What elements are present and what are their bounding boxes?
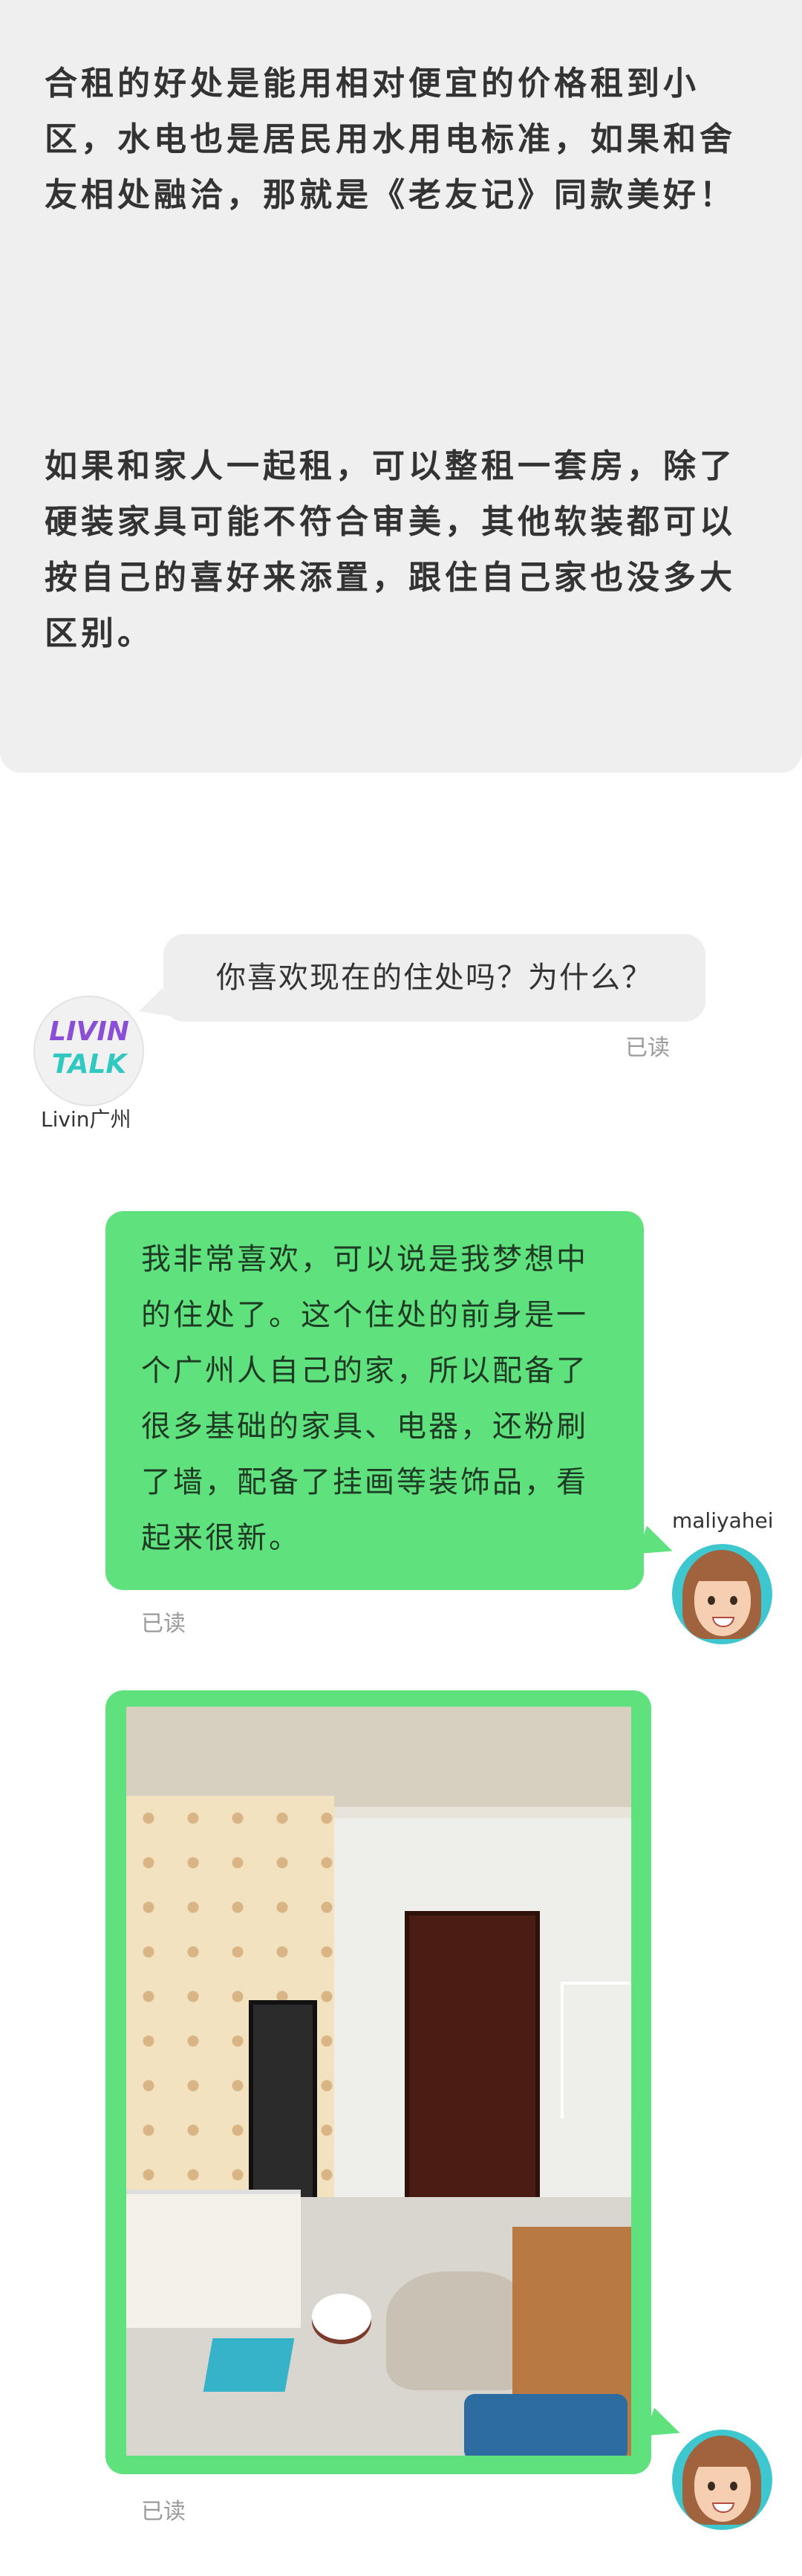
- maliyahei-avatar[interactable]: [672, 2430, 772, 2530]
- maliyahei-avatar[interactable]: [672, 1544, 772, 1644]
- answer-text: 我非常喜欢，可以说是我梦想中的住处了。这个住处的前身是一个广州人自己的家，所以配…: [141, 1242, 588, 1555]
- intro-paragraph-2: 如果和家人一起租，可以整租一套房，除了硬装家具可能不符合审美，其他软装都可以按自…: [45, 447, 736, 652]
- question-bubble: 你喜欢现在的住处吗？为什么？: [163, 934, 705, 1022]
- room-photo[interactable]: [126, 1707, 631, 2456]
- door-in-photo: [405, 1911, 540, 2217]
- sender-name-maliyahei: maliyahei: [672, 1508, 774, 1533]
- sender-name-livin: Livin广州: [41, 1107, 131, 1132]
- read-status: 已读: [141, 1611, 186, 1637]
- avatar-logo-text: LIVIN: [49, 1016, 129, 1047]
- photo-message-bubble[interactable]: [105, 1690, 651, 2474]
- answer-bubble: 我非常喜欢，可以说是我梦想中的住处了。这个住处的前身是一个广州人自己的家，所以配…: [105, 1211, 644, 1590]
- intro-paragraph-1: 合租的好处是能用相对便宜的价格租到小区，水电也是居民用水用电标准，如果和舍友相处…: [45, 65, 736, 214]
- read-status: 已读: [625, 1035, 670, 1061]
- read-status: 已读: [141, 2499, 186, 2525]
- intro-text-card: 合租的好处是能用相对便宜的价格租到小区，水电也是居民用水用电标准，如果和舍友相处…: [0, 0, 802, 773]
- avatar-logo-text: TALK: [51, 1049, 127, 1080]
- livin-avatar[interactable]: LIVIN TALK: [33, 996, 144, 1106]
